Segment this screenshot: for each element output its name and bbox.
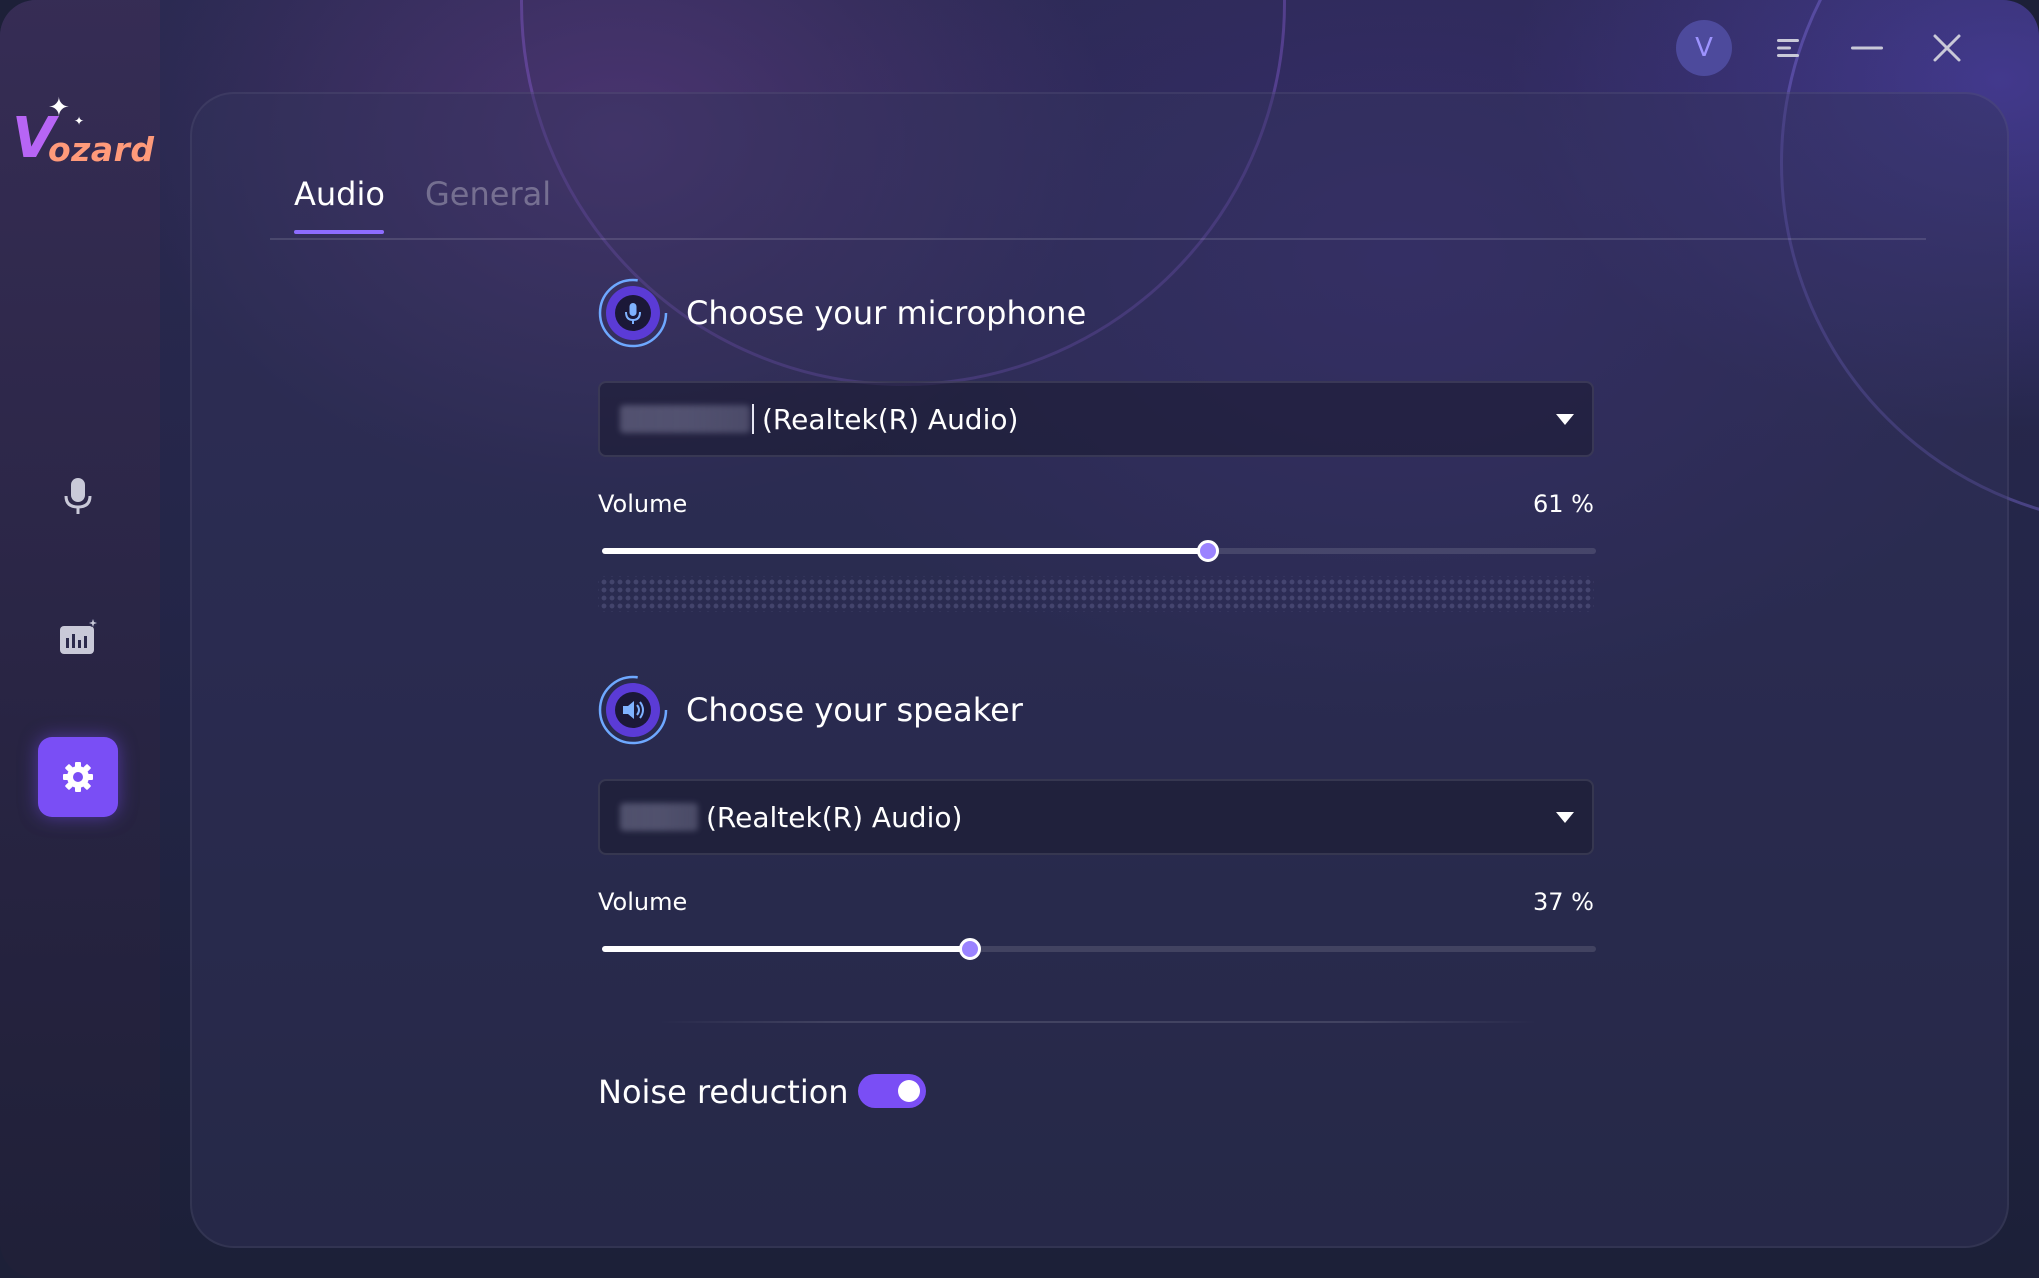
toggle-knob [898, 1080, 920, 1102]
app-logo: ✦ ✦ V ozard [12, 95, 155, 175]
microphone-volume-value: 61 % [1533, 490, 1594, 518]
close-icon [1933, 34, 1961, 62]
speaker-volume-label: Volume [598, 888, 688, 916]
speaker-badge-icon [598, 675, 668, 745]
microphone-section-header: Choose your microphone [598, 277, 1086, 349]
noise-reduction-label: Noise reduction [598, 1073, 849, 1111]
chevron-down-icon [1556, 414, 1574, 425]
speaker-device-name: (Realtek(R) Audio) [706, 800, 963, 834]
speaker-volume-row: Volume 37 % [598, 888, 1598, 924]
speaker-volume-slider[interactable] [602, 937, 1596, 961]
slider-fill [602, 548, 1209, 554]
microphone-device-name: (Realtek(R) Audio) [762, 402, 1019, 436]
speaker-title: Choose your speaker [686, 691, 1023, 729]
sidebar-item-voice-library[interactable] [38, 598, 118, 678]
microphone-volume-row: Volume 61 % [598, 490, 1598, 526]
sidebar-item-microphone[interactable] [38, 456, 118, 536]
minimize-button[interactable] [1843, 24, 1891, 72]
app-window: ✦ ✦ V ozard V Audio General Choose your … [0, 0, 2039, 1278]
microphone-icon [64, 478, 92, 514]
audio-settings: Choose your microphone (Realtek(R) Audio… [598, 0, 1598, 1278]
sparkle-small-icon: ✦ [74, 114, 85, 128]
redacted-device-name [620, 405, 750, 433]
tab-general[interactable]: General [425, 174, 551, 214]
soundboard-icon [60, 619, 97, 654]
user-avatar[interactable]: V [1676, 20, 1732, 76]
microphone-volume-label: Volume [598, 490, 688, 518]
speaker-select[interactable]: (Realtek(R) Audio) [598, 779, 1594, 855]
minimize-icon [1851, 46, 1883, 50]
sidebar: ✦ ✦ V ozard [0, 0, 160, 1278]
tab-audio[interactable]: Audio [294, 174, 385, 214]
menu-icon [1777, 39, 1799, 57]
sidebar-item-settings[interactable] [38, 737, 118, 817]
section-divider [658, 1021, 1538, 1023]
microphone-select[interactable]: (Realtek(R) Audio) [598, 381, 1594, 457]
slider-thumb[interactable] [1197, 540, 1220, 562]
microphone-level-meter [598, 576, 1594, 612]
microphone-volume-slider[interactable] [602, 539, 1596, 563]
menu-button[interactable] [1764, 24, 1812, 72]
speaker-section-header: Choose your speaker [598, 674, 1023, 746]
redacted-device-name [620, 803, 698, 831]
noise-reduction-toggle[interactable] [858, 1074, 926, 1108]
speaker-volume-value: 37 % [1533, 888, 1594, 916]
microphone-title: Choose your microphone [686, 294, 1087, 332]
active-tab-indicator [294, 230, 384, 234]
logo-text: ozard [48, 130, 155, 169]
microphone-badge-icon [598, 278, 668, 348]
chevron-down-icon [1556, 812, 1574, 823]
gear-icon [63, 762, 93, 792]
text-cursor [752, 404, 754, 434]
slider-fill [602, 946, 970, 952]
close-button[interactable] [1923, 24, 1971, 72]
slider-thumb[interactable] [958, 938, 981, 960]
